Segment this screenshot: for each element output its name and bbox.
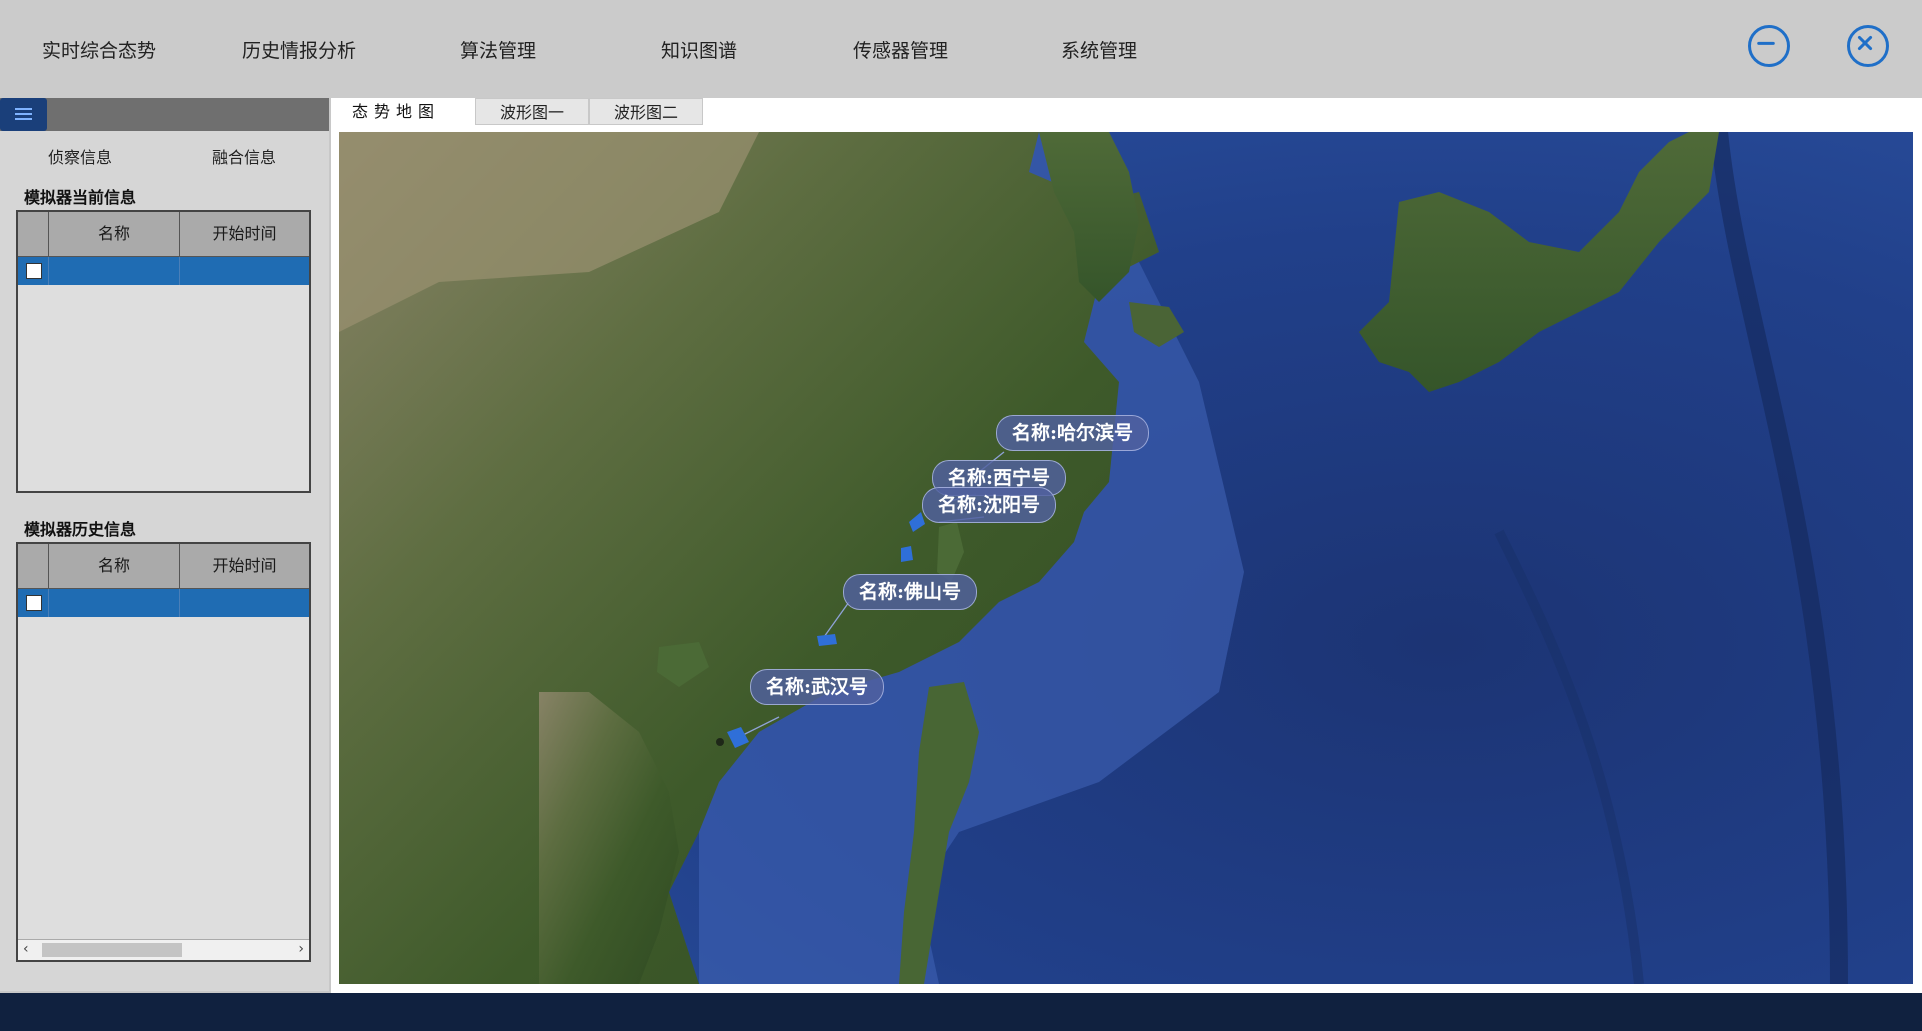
- tab-waveform-one[interactable]: 波形图一: [475, 98, 589, 125]
- hamburger-icon-line: [15, 118, 32, 120]
- scroll-right-arrow-icon[interactable]: ›: [298, 941, 304, 957]
- tab-recon-info[interactable]: 侦察信息: [48, 144, 112, 168]
- top-nav-bar: 实时综合态势 历史情报分析 算法管理 知识图谱 传感器管理 系统管理: [0, 0, 1922, 98]
- left-panel: 侦察信息 融合信息 模拟器当前信息 名称 开始时间 模拟器历史信息 名称 开始时…: [0, 98, 329, 991]
- cell-divider: [179, 257, 180, 285]
- tab-waveform-two[interactable]: 波形图二: [589, 98, 703, 125]
- hamburger-icon-line: [15, 113, 32, 115]
- scrollbar-thumb[interactable]: [42, 943, 182, 957]
- nav-algorithm-management[interactable]: 算法管理: [460, 36, 536, 63]
- tab-fusion-info[interactable]: 融合信息: [212, 144, 276, 168]
- nav-sensor-management[interactable]: 传感器管理: [853, 36, 948, 63]
- close-button[interactable]: [1847, 25, 1889, 67]
- ship-label-harbin[interactable]: 名称:哈尔滨号: [996, 415, 1150, 451]
- table-header: 名称 开始时间: [18, 212, 309, 257]
- panel-header: [0, 98, 329, 131]
- current-info-title: 模拟器当前信息: [24, 188, 137, 207]
- scroll-left-arrow-icon[interactable]: ‹: [23, 941, 29, 957]
- content-tab-bar: 态势地图 波形图一 波形图二: [331, 98, 1922, 126]
- tab-situation-map[interactable]: 态势地图: [337, 98, 455, 125]
- ship-label-wuhan[interactable]: 名称:武汉号: [750, 669, 885, 705]
- select-column-header: [18, 544, 49, 588]
- table-row[interactable]: [18, 257, 309, 285]
- menu-button[interactable]: [0, 98, 47, 131]
- current-info-table: 名称 开始时间: [16, 210, 311, 493]
- cell-divider: [179, 589, 180, 617]
- nav-knowledge-graph[interactable]: 知识图谱: [661, 36, 737, 63]
- satellite-map-graphic: [339, 132, 1913, 984]
- column-header-name[interactable]: 名称: [49, 544, 180, 588]
- history-info-title: 模拟器历史信息: [24, 520, 137, 539]
- history-info-table: 名称 开始时间 ‹ ›: [16, 542, 311, 962]
- ship-label-shenyang[interactable]: 名称:沈阳号: [922, 487, 1057, 523]
- situation-map[interactable]: 名称:哈尔滨号 名称:西宁号 名称:沈阳号 名称:佛山号 名称:武汉号: [339, 132, 1913, 984]
- nav-realtime-situation[interactable]: 实时综合态势: [42, 36, 156, 63]
- ship-marker-icon[interactable]: [901, 546, 913, 562]
- nav-system-management[interactable]: 系统管理: [1061, 36, 1137, 63]
- table-row[interactable]: [18, 589, 309, 617]
- select-column-header: [18, 212, 49, 256]
- status-bar: [0, 993, 1922, 1031]
- ship-marker-icon[interactable]: [817, 634, 837, 646]
- table-header: 名称 开始时间: [18, 544, 309, 589]
- column-header-name[interactable]: 名称: [49, 212, 180, 256]
- column-header-start-time[interactable]: 开始时间: [180, 544, 309, 588]
- map-frame: 名称:哈尔滨号 名称:西宁号 名称:沈阳号 名称:佛山号 名称:武汉号: [331, 126, 1922, 993]
- minimize-button[interactable]: [1748, 25, 1790, 67]
- hamburger-icon: [15, 108, 32, 110]
- nav-history-analysis[interactable]: 历史情报分析: [242, 36, 356, 63]
- cell-divider: [48, 589, 49, 617]
- cell-divider: [48, 257, 49, 285]
- horizontal-scrollbar[interactable]: ‹ ›: [18, 939, 309, 960]
- row-checkbox[interactable]: [26, 595, 42, 611]
- minus-circle-icon: [1757, 41, 1775, 45]
- row-checkbox[interactable]: [26, 263, 42, 279]
- ship-label-foshan[interactable]: 名称:佛山号: [843, 574, 978, 610]
- column-header-start-time[interactable]: 开始时间: [180, 212, 309, 256]
- ship-shadow-icon: [716, 738, 724, 746]
- x-circle-icon: [1857, 35, 1873, 51]
